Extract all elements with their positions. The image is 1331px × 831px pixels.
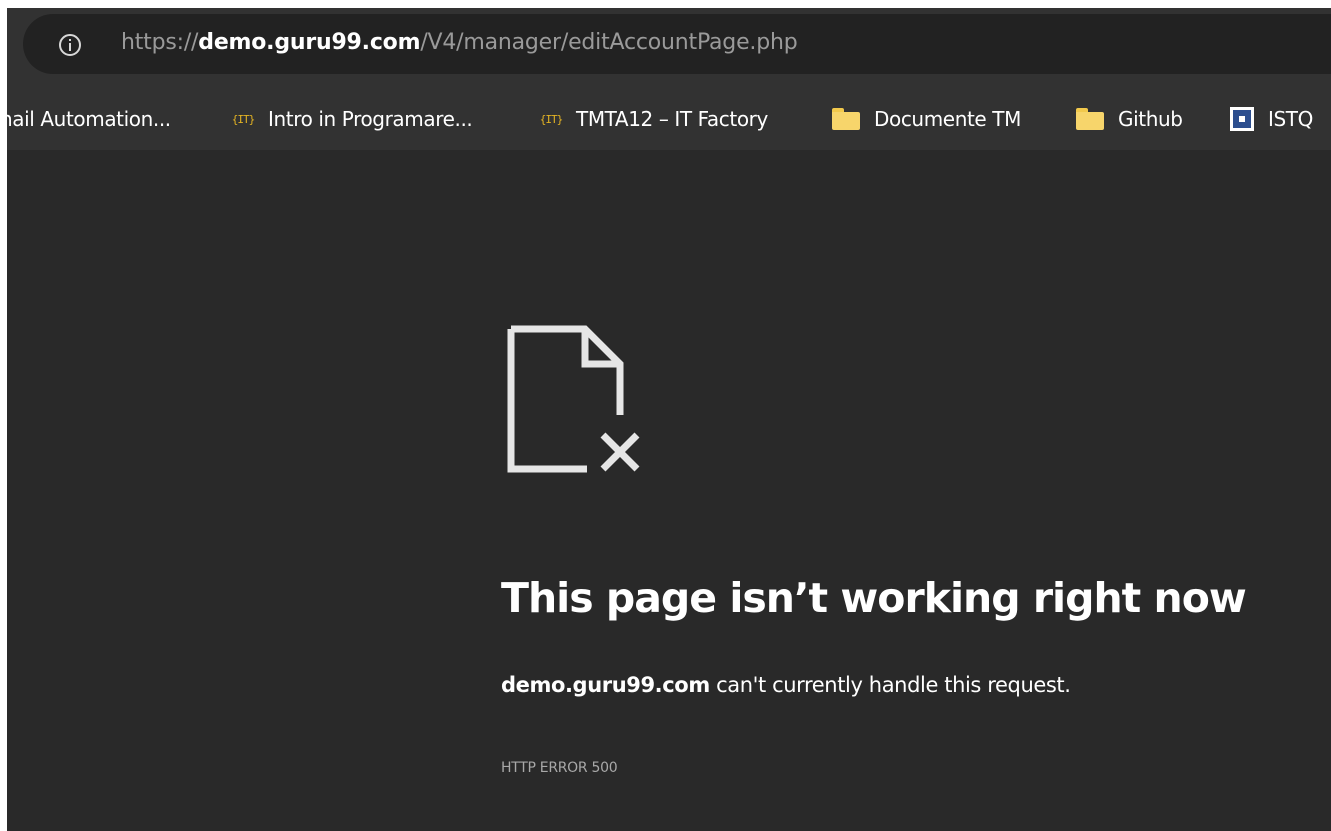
bookmark-label: Documente TM: [874, 107, 1021, 131]
broken-document-icon: [503, 323, 653, 482]
folder-icon: [1076, 108, 1104, 130]
error-code: HTTP ERROR 500: [501, 760, 618, 776]
url-prefix: https://: [121, 30, 199, 55]
bookmark-intro-programare[interactable]: {IT} Intro in Programare...: [231, 88, 473, 150]
error-message: demo.guru99.com can't currently handle t…: [501, 673, 1071, 697]
bookmark-label: nail Automation...: [7, 107, 171, 131]
url-text[interactable]: https://demo.guru99.com/V4/manager/editA…: [121, 30, 798, 55]
bookmarks-bar: nail Automation... {IT} Intro in Program…: [7, 88, 1331, 150]
bookmark-label: Intro in Programare...: [268, 107, 473, 131]
error-title: This page isn’t working right now: [501, 574, 1247, 622]
url-path: /V4/manager/editAccountPage.php: [420, 30, 798, 55]
bookmark-label: TMTA12 – IT Factory: [576, 107, 768, 131]
browser-toolbar: https://demo.guru99.com/V4/manager/editA…: [7, 8, 1331, 88]
bookmark-documente-tm[interactable]: Documente TM: [832, 88, 1021, 150]
folder-icon: [832, 108, 860, 130]
it-factory-icon: {IT}: [231, 112, 256, 126]
info-icon[interactable]: [59, 34, 81, 56]
bookmark-tmta12[interactable]: {IT} TMTA12 – IT Factory: [539, 88, 769, 150]
istqb-icon: [1230, 107, 1254, 131]
browser-window: https://demo.guru99.com/V4/manager/editA…: [7, 8, 1331, 831]
bookmark-istqb[interactable]: ISTQ: [1230, 88, 1313, 150]
bookmark-label: ISTQ: [1268, 107, 1313, 131]
it-factory-icon: {IT}: [539, 112, 564, 126]
error-message-text: can't currently handle this request.: [709, 673, 1071, 697]
bookmark-github[interactable]: Github: [1076, 88, 1183, 150]
bookmark-gmail-automation[interactable]: nail Automation...: [7, 88, 171, 150]
error-host: demo.guru99.com: [501, 673, 710, 697]
url-host: demo.guru99.com: [198, 30, 421, 55]
bookmark-label: Github: [1118, 107, 1183, 131]
